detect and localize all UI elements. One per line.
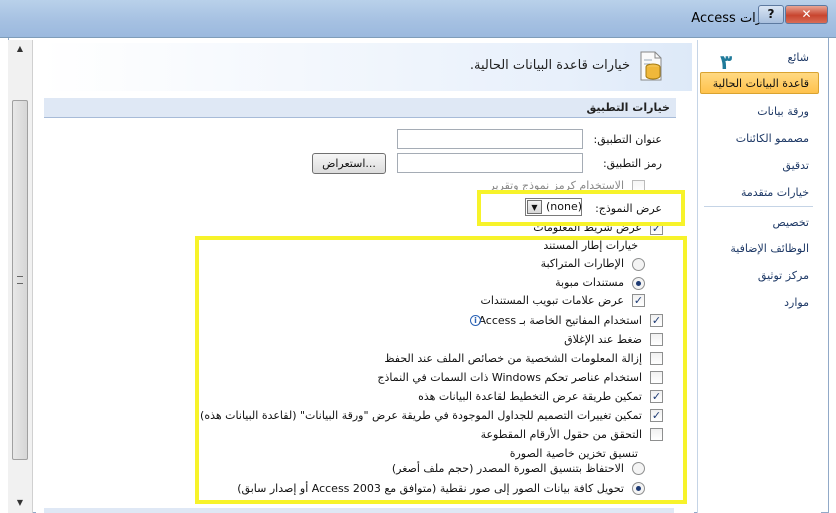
nav-item-object-designers[interactable]: مصممو الكائنات — [736, 132, 809, 145]
step-number: ٣ — [720, 50, 733, 74]
next-section-bar — [44, 508, 674, 513]
nav-item-common[interactable]: شائع — [788, 51, 809, 64]
scroll-down-icon[interactable]: ▼ — [13, 498, 27, 510]
close-button[interactable]: ✕ — [785, 5, 828, 24]
document-options-highlight — [195, 236, 687, 504]
app-icon-label: رمز التطبيق: — [602, 157, 662, 170]
nav-item-proofing[interactable]: تدقيق — [782, 159, 809, 172]
nav-separator — [704, 206, 813, 207]
vertical-scrollbar[interactable]: ▲ ▼ — [8, 40, 33, 513]
app-title-input[interactable] — [397, 129, 583, 149]
section-title: خيارات التطبيق — [586, 101, 670, 114]
display-form-highlight — [477, 190, 685, 226]
browse-button[interactable]: استعراض... — [312, 153, 386, 174]
options-nav: ٣ شائع قاعدة البيانات الحالية ورقة بيانا… — [697, 40, 821, 513]
help-button[interactable]: ? — [758, 5, 784, 24]
app-icon-input[interactable] — [397, 153, 583, 173]
nav-item-trust-center[interactable]: مركز توثيق — [758, 269, 809, 282]
nav-item-current-database[interactable]: قاعدة البيانات الحالية — [713, 77, 809, 90]
section-header: خيارات التطبيق — [44, 98, 676, 118]
page-title: خيارات قاعدة البيانات الحالية. — [469, 58, 630, 73]
scrollbar-thumb[interactable] — [12, 100, 28, 460]
window-title-bar: خيارات Access ? ✕ — [0, 0, 836, 38]
app-title-label: عنوان التطبيق: — [593, 133, 662, 146]
nav-item-advanced[interactable]: خيارات متقدمة — [741, 186, 809, 199]
nav-item-addins[interactable]: الوظائف الإضافية — [730, 242, 809, 255]
scroll-up-icon[interactable]: ▲ — [13, 44, 27, 56]
nav-item-datasheet[interactable]: ورقة بيانات — [757, 105, 809, 118]
grip-icon — [17, 276, 23, 284]
database-options-icon — [640, 51, 662, 81]
nav-item-customize[interactable]: تخصيص — [773, 216, 810, 229]
nav-item-resources[interactable]: موارد — [784, 296, 809, 309]
